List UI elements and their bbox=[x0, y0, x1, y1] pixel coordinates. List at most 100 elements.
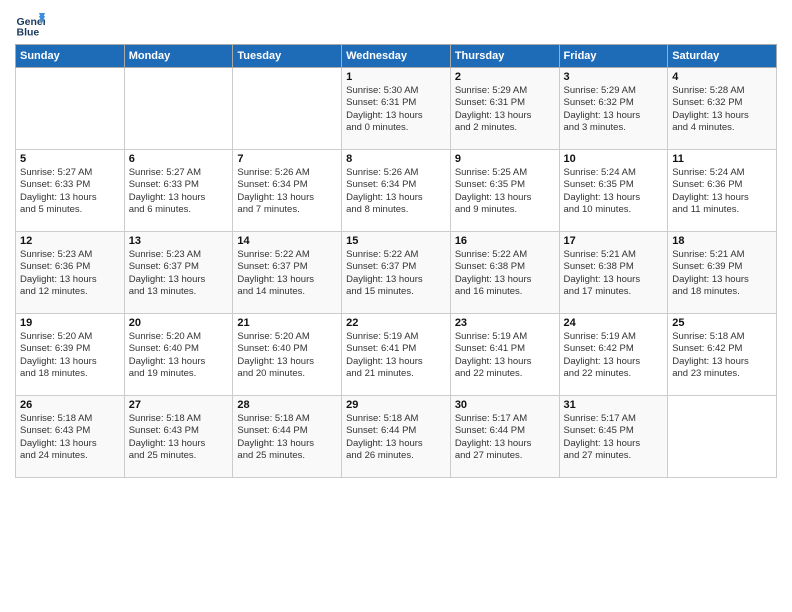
day-number: 8 bbox=[346, 153, 446, 165]
day-info: Daylight: 13 hours bbox=[237, 438, 337, 450]
day-info: and 19 minutes. bbox=[129, 368, 229, 380]
day-number: 7 bbox=[237, 153, 337, 165]
day-info: Sunrise: 5:30 AM bbox=[346, 85, 446, 97]
week-row: 5Sunrise: 5:27 AMSunset: 6:33 PMDaylight… bbox=[16, 150, 777, 232]
day-info: Sunrise: 5:27 AM bbox=[20, 167, 120, 179]
day-info: Sunrise: 5:26 AM bbox=[237, 167, 337, 179]
day-info: and 25 minutes. bbox=[237, 450, 337, 462]
week-row: 26Sunrise: 5:18 AMSunset: 6:43 PMDayligh… bbox=[16, 396, 777, 478]
day-info: Sunset: 6:44 PM bbox=[346, 425, 446, 437]
day-info: and 0 minutes. bbox=[346, 122, 446, 134]
calendar-cell bbox=[124, 68, 233, 150]
day-info: Sunrise: 5:26 AM bbox=[346, 167, 446, 179]
day-info: Daylight: 13 hours bbox=[237, 356, 337, 368]
day-info: Sunrise: 5:17 AM bbox=[455, 413, 555, 425]
day-info: Daylight: 13 hours bbox=[20, 438, 120, 450]
day-info: Daylight: 13 hours bbox=[455, 192, 555, 204]
day-info: Sunset: 6:42 PM bbox=[564, 343, 664, 355]
day-info: Sunrise: 5:19 AM bbox=[346, 331, 446, 343]
day-info: Daylight: 13 hours bbox=[672, 110, 772, 122]
day-info: Sunrise: 5:23 AM bbox=[20, 249, 120, 261]
day-info: Sunset: 6:41 PM bbox=[455, 343, 555, 355]
day-number: 26 bbox=[20, 399, 120, 411]
weekday-header: Wednesday bbox=[342, 45, 451, 68]
day-info: Daylight: 13 hours bbox=[129, 274, 229, 286]
day-info: Daylight: 13 hours bbox=[346, 274, 446, 286]
calendar-cell: 14Sunrise: 5:22 AMSunset: 6:37 PMDayligh… bbox=[233, 232, 342, 314]
day-info: Sunrise: 5:22 AM bbox=[237, 249, 337, 261]
day-info: Sunrise: 5:29 AM bbox=[455, 85, 555, 97]
day-info: and 7 minutes. bbox=[237, 204, 337, 216]
main-container: General Blue SundayMondayTuesdayWednesda… bbox=[0, 0, 792, 488]
calendar-cell: 12Sunrise: 5:23 AMSunset: 6:36 PMDayligh… bbox=[16, 232, 125, 314]
weekday-header: Sunday bbox=[16, 45, 125, 68]
day-info: Sunset: 6:38 PM bbox=[455, 261, 555, 273]
day-info: Daylight: 13 hours bbox=[672, 274, 772, 286]
day-info: Daylight: 13 hours bbox=[346, 110, 446, 122]
day-number: 15 bbox=[346, 235, 446, 247]
day-number: 25 bbox=[672, 317, 772, 329]
calendar-cell: 24Sunrise: 5:19 AMSunset: 6:42 PMDayligh… bbox=[559, 314, 668, 396]
day-info: Sunrise: 5:21 AM bbox=[672, 249, 772, 261]
day-info: and 18 minutes. bbox=[20, 368, 120, 380]
day-info: Daylight: 13 hours bbox=[129, 192, 229, 204]
calendar-cell: 26Sunrise: 5:18 AMSunset: 6:43 PMDayligh… bbox=[16, 396, 125, 478]
day-number: 19 bbox=[20, 317, 120, 329]
day-info: and 10 minutes. bbox=[564, 204, 664, 216]
day-info: Sunrise: 5:20 AM bbox=[129, 331, 229, 343]
calendar-cell: 9Sunrise: 5:25 AMSunset: 6:35 PMDaylight… bbox=[450, 150, 559, 232]
calendar-cell: 7Sunrise: 5:26 AMSunset: 6:34 PMDaylight… bbox=[233, 150, 342, 232]
day-info: Daylight: 13 hours bbox=[564, 438, 664, 450]
day-number: 16 bbox=[455, 235, 555, 247]
day-info: Daylight: 13 hours bbox=[455, 356, 555, 368]
day-info: and 16 minutes. bbox=[455, 286, 555, 298]
day-info: and 25 minutes. bbox=[129, 450, 229, 462]
day-info: Sunset: 6:37 PM bbox=[346, 261, 446, 273]
day-number: 22 bbox=[346, 317, 446, 329]
day-info: Daylight: 13 hours bbox=[455, 110, 555, 122]
day-info: and 3 minutes. bbox=[564, 122, 664, 134]
day-info: Sunset: 6:36 PM bbox=[20, 261, 120, 273]
day-number: 10 bbox=[564, 153, 664, 165]
day-info: Sunset: 6:35 PM bbox=[455, 179, 555, 191]
day-info: Daylight: 13 hours bbox=[455, 438, 555, 450]
week-row: 19Sunrise: 5:20 AMSunset: 6:39 PMDayligh… bbox=[16, 314, 777, 396]
day-info: Sunrise: 5:28 AM bbox=[672, 85, 772, 97]
day-info: Daylight: 13 hours bbox=[564, 274, 664, 286]
calendar-cell: 8Sunrise: 5:26 AMSunset: 6:34 PMDaylight… bbox=[342, 150, 451, 232]
day-number: 24 bbox=[564, 317, 664, 329]
day-number: 11 bbox=[672, 153, 772, 165]
day-info: and 6 minutes. bbox=[129, 204, 229, 216]
logo-icon: General Blue bbox=[15, 10, 45, 40]
logo: General Blue bbox=[15, 10, 49, 40]
calendar-table: SundayMondayTuesdayWednesdayThursdayFrid… bbox=[15, 44, 777, 478]
day-info: Daylight: 13 hours bbox=[455, 274, 555, 286]
day-number: 27 bbox=[129, 399, 229, 411]
calendar-cell: 31Sunrise: 5:17 AMSunset: 6:45 PMDayligh… bbox=[559, 396, 668, 478]
day-info: Sunset: 6:32 PM bbox=[672, 97, 772, 109]
weekday-header: Monday bbox=[124, 45, 233, 68]
day-info: Sunset: 6:32 PM bbox=[564, 97, 664, 109]
day-info: Sunset: 6:33 PM bbox=[129, 179, 229, 191]
calendar-cell: 4Sunrise: 5:28 AMSunset: 6:32 PMDaylight… bbox=[668, 68, 777, 150]
calendar-cell: 23Sunrise: 5:19 AMSunset: 6:41 PMDayligh… bbox=[450, 314, 559, 396]
day-info: and 4 minutes. bbox=[672, 122, 772, 134]
day-number: 13 bbox=[129, 235, 229, 247]
day-info: and 11 minutes. bbox=[672, 204, 772, 216]
day-info: and 22 minutes. bbox=[455, 368, 555, 380]
calendar-cell: 3Sunrise: 5:29 AMSunset: 6:32 PMDaylight… bbox=[559, 68, 668, 150]
day-info: Sunrise: 5:23 AM bbox=[129, 249, 229, 261]
weekday-header: Tuesday bbox=[233, 45, 342, 68]
day-info: Daylight: 13 hours bbox=[672, 192, 772, 204]
day-info: Daylight: 13 hours bbox=[20, 274, 120, 286]
day-info: Sunset: 6:44 PM bbox=[237, 425, 337, 437]
day-info: Sunrise: 5:18 AM bbox=[346, 413, 446, 425]
day-info: Daylight: 13 hours bbox=[346, 438, 446, 450]
day-info: Sunrise: 5:24 AM bbox=[672, 167, 772, 179]
day-info: Sunset: 6:31 PM bbox=[455, 97, 555, 109]
day-info: and 24 minutes. bbox=[20, 450, 120, 462]
day-info: Sunrise: 5:18 AM bbox=[129, 413, 229, 425]
day-number: 23 bbox=[455, 317, 555, 329]
calendar-cell: 11Sunrise: 5:24 AMSunset: 6:36 PMDayligh… bbox=[668, 150, 777, 232]
day-info: Sunset: 6:41 PM bbox=[346, 343, 446, 355]
